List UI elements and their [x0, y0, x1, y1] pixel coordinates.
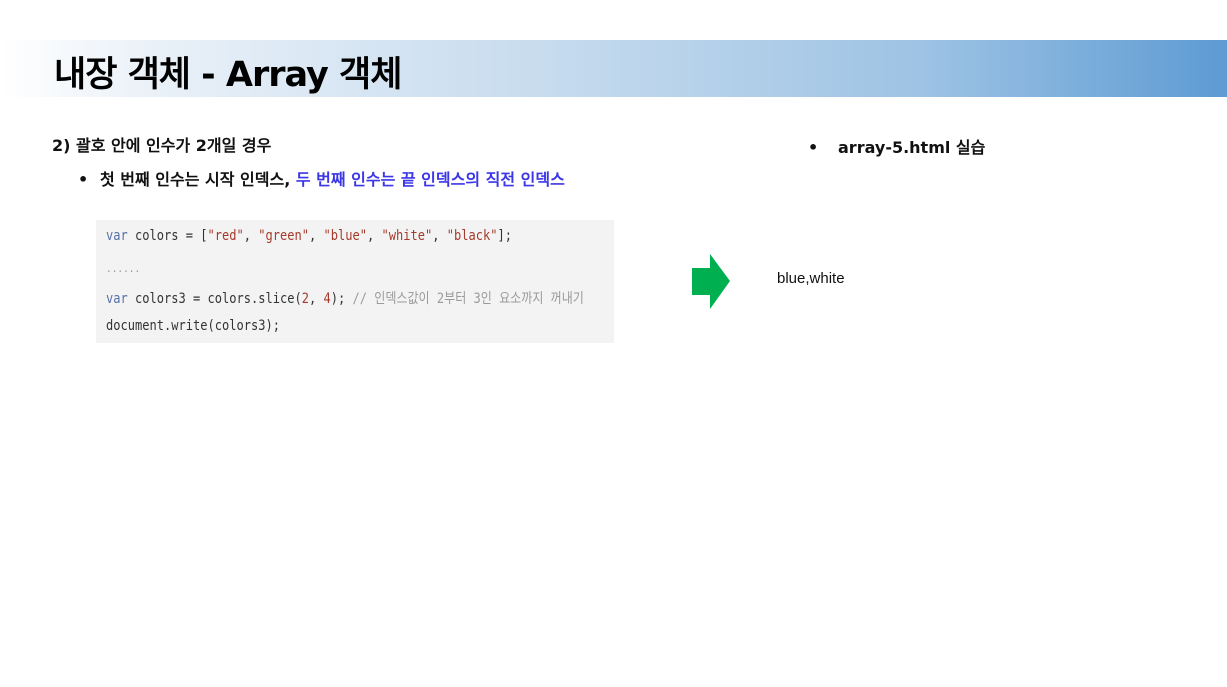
code-line-4: document.write(colors3);: [106, 318, 280, 334]
bullet-text-black: 첫 번째 인수는 시작 인덱스,: [100, 170, 296, 189]
code-line-1: var colors = ["red", "green", "blue", "w…: [106, 228, 512, 244]
code-comma: ,: [309, 228, 324, 244]
code-string: "blue": [323, 228, 367, 244]
bullet-dot: •: [808, 138, 819, 157]
right-arrow-icon: [692, 254, 730, 309]
code-line-3: var colors3 = colors.slice(2, 4); // 인덱스…: [106, 288, 584, 308]
code-keyword: var: [106, 228, 128, 244]
code-text: ];: [497, 228, 513, 244]
code-text: colors = [: [127, 228, 208, 244]
code-ellipsis: ......: [106, 262, 141, 275]
bullet-item: • 첫 번째 인수는 시작 인덱스, 두 번째 인수는 끝 인덱스의 직전 인덱스: [78, 166, 565, 190]
slide: 내장 객체 - Array 객체 2) 괄호 안에 인수가 2개일 경우 • 첫 …: [0, 0, 1227, 687]
code-keyword: var: [106, 291, 128, 307]
bullet-dot: •: [78, 170, 89, 189]
code-text: );: [330, 291, 346, 307]
code-text: colors3 = colors.slice(: [127, 291, 302, 307]
code-comma: ,: [243, 228, 259, 244]
bullet-text-blue: 두 번째 인수는 끝 인덱스의 직전 인덱스: [295, 170, 565, 189]
code-comma: ,: [366, 228, 382, 244]
code-string: "white": [381, 228, 433, 244]
code-string: "black": [446, 228, 498, 244]
code-comma: ,: [308, 291, 324, 307]
practice-text: array-5.html 실습: [838, 138, 986, 157]
code-number: 2: [301, 291, 309, 307]
code-string: "red": [207, 228, 244, 244]
code-comma: ,: [432, 228, 447, 244]
code-string: "green": [258, 228, 310, 244]
code-block: var colors = ["red", "green", "blue", "w…: [96, 220, 614, 343]
practice-bullet: • array-5.html 실습: [808, 134, 985, 158]
section-heading: 2) 괄호 안에 인수가 2개일 경우: [52, 136, 272, 155]
code-comment: // 인덱스값이 2부터 3인 요소까지 꺼내기: [352, 291, 584, 307]
output-result: blue,white: [777, 270, 845, 287]
slide-title: 내장 객체 - Array 객체: [54, 55, 402, 95]
